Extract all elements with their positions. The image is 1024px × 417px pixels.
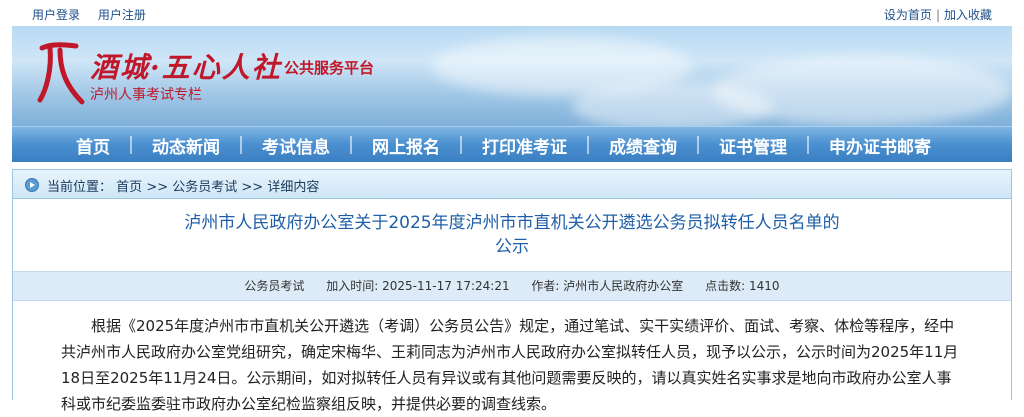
meta-hits-label: 点击数: xyxy=(705,279,746,293)
meta-author: 作者: 泸州市人民政府办公室 xyxy=(531,279,683,293)
nav-item-label: 考试信息 xyxy=(262,137,330,158)
cloud-decoration xyxy=(572,81,772,126)
nav-item-label: 网上报名 xyxy=(372,137,440,158)
top-bar: 用户登录 用户注册 设为首页 | 加入收藏 xyxy=(0,0,1024,26)
arrow-circle-icon xyxy=(25,178,39,192)
nav-item[interactable]: 网上报名 xyxy=(352,133,462,158)
breadcrumb-section[interactable]: 公务员考试 xyxy=(172,180,237,195)
meta-hits-value: 1410 xyxy=(749,279,780,293)
nav-item[interactable]: 打印准考证 xyxy=(462,133,589,158)
article-title-line: 泸州市人民政府办公室关于2025年度泸州市市直机关公开遴选公务员拟转任人员名单的 xyxy=(184,213,840,233)
nav-item-label: 首页 xyxy=(76,137,110,158)
breadcrumb-current: 详细内容 xyxy=(267,180,320,195)
breadcrumb-separator: >> xyxy=(146,180,169,195)
breadcrumb-home[interactable]: 首页 xyxy=(116,180,142,195)
article-title-line: 公示 xyxy=(495,237,529,257)
article: 泸州市人民政府办公室关于2025年度泸州市市直机关公开遴选公务员拟转任人员名单的… xyxy=(12,199,1012,413)
register-link[interactable]: 用户注册 xyxy=(98,8,146,22)
breadcrumb-text: 当前位置： 首页 >> 公务员考试 >> 详细内容 xyxy=(47,176,319,195)
nav-item-label: 动态新闻 xyxy=(152,137,220,158)
nav-item[interactable]: 成绩查询 xyxy=(589,133,699,158)
logo-icon xyxy=(37,42,85,105)
meta-hits: 点击数: 1410 xyxy=(705,279,779,293)
meta-author-value: 泸州市人民政府办公室 xyxy=(563,279,684,293)
nav-item-label: 申办证书邮寄 xyxy=(829,137,931,158)
nav-item[interactable]: 考试信息 xyxy=(242,133,352,158)
breadcrumb: 当前位置： 首页 >> 公务员考试 >> 详细内容 xyxy=(12,169,1012,199)
meta-author-label: 作者: xyxy=(531,279,560,293)
platform-name: 公共服务平台 xyxy=(284,59,375,77)
article-title: 泸州市人民政府办公室关于2025年度泸州市市直机关公开遴选公务员拟转任人员名单的… xyxy=(13,211,1011,259)
nav-item-label: 成绩查询 xyxy=(609,137,677,158)
nav-item[interactable]: 申办证书邮寄 xyxy=(809,133,951,158)
breadcrumb-separator: >> xyxy=(241,180,264,195)
breadcrumb-label: 当前位置： xyxy=(47,180,113,195)
user-links: 用户登录 用户注册 xyxy=(32,6,160,23)
nav-item[interactable]: 动态新闻 xyxy=(132,133,242,158)
meta-time: 加入时间: 2025-11-17 17:24:21 xyxy=(326,279,509,293)
add-favorite-link[interactable]: 加入收藏 xyxy=(944,8,992,22)
nav-list: 首页 动态新闻 考试信息 网上报名 打印准考证 成绩查询 证书管理 申办证书邮寄 xyxy=(12,127,1012,163)
article-meta: 公务员考试 加入时间: 2025-11-17 17:24:21 作者: 泸州市人… xyxy=(13,271,1011,301)
set-home-link[interactable]: 设为首页 xyxy=(884,8,932,22)
meta-category: 公务员考试 xyxy=(244,279,305,293)
nav-item[interactable]: 首页 xyxy=(56,133,132,158)
header-banner: 酒城·五心人社 公共服务平台 泸州人事考试专栏 xyxy=(12,26,1012,126)
section-tagline: 泸州人事考试专栏 xyxy=(90,87,202,103)
nav-item[interactable]: 证书管理 xyxy=(699,133,809,158)
meta-time-value: 2025-11-17 17:24:21 xyxy=(382,279,510,293)
link-separator: | xyxy=(935,8,940,22)
article-body: 根据《2025年度泸州市市直机关公开遴选（考调）公务员公告》规定，通过笔试、实干… xyxy=(61,317,959,413)
login-link[interactable]: 用户登录 xyxy=(32,8,80,22)
brand-name: 酒城·五心人社 xyxy=(90,51,282,84)
main-nav: 首页 动态新闻 考试信息 网上报名 打印准考证 成绩查询 证书管理 申办证书邮寄 xyxy=(12,126,1012,162)
nav-item-label: 打印准考证 xyxy=(482,137,567,158)
site-links: 设为首页 | 加入收藏 xyxy=(884,6,992,23)
nav-item-label: 证书管理 xyxy=(719,137,787,158)
meta-time-label: 加入时间: xyxy=(326,279,379,293)
